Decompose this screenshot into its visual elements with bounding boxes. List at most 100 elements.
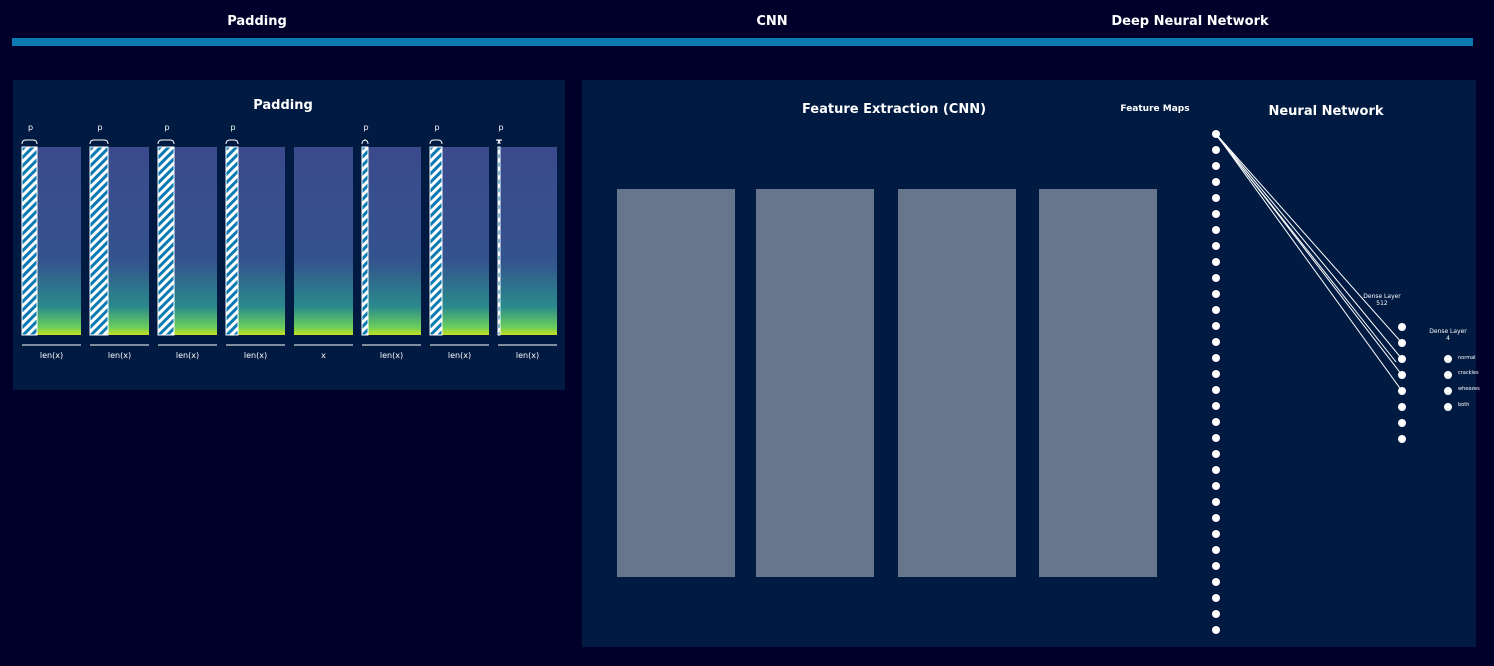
length-label: len(x) [244, 351, 267, 360]
input-node [1212, 322, 1220, 330]
length-label: x [321, 351, 326, 360]
feature-map [756, 189, 874, 577]
progress-bar [12, 38, 1473, 46]
output-node [1444, 371, 1452, 379]
feature-map [1039, 189, 1157, 577]
input-node [1212, 194, 1220, 202]
output-node [1444, 387, 1452, 395]
connection-line [1215, 133, 1403, 392]
input-node [1212, 482, 1220, 490]
input-node [1212, 626, 1220, 634]
input-node [1212, 578, 1220, 586]
input-node [1212, 450, 1220, 458]
input-node [1212, 130, 1220, 138]
input-node [1212, 290, 1220, 298]
input-node [1212, 562, 1220, 570]
spectrogram [294, 147, 353, 335]
pad-label: p [363, 123, 368, 132]
input-node [1212, 210, 1220, 218]
input-node [1212, 530, 1220, 538]
dense1-node [1398, 403, 1406, 411]
input-node [1212, 338, 1220, 346]
input-node [1212, 594, 1220, 602]
pad-label: p [498, 123, 503, 132]
input-node [1212, 498, 1220, 506]
padding-brace [21, 139, 38, 145]
tab-deep-neural-network[interactable]: Deep Neural Network [1111, 14, 1268, 29]
cnn-panel: Feature Extraction (CNN) Feature Maps Ne… [582, 80, 1480, 647]
padding-brace [495, 139, 503, 145]
input-node [1212, 242, 1220, 250]
input-node [1212, 514, 1220, 522]
input-node [1212, 146, 1220, 154]
input-node [1212, 466, 1220, 474]
pad-label: p [434, 123, 439, 132]
tab-cnn[interactable]: CNN [756, 14, 787, 29]
input-node [1212, 162, 1220, 170]
pad-label: p [97, 123, 102, 132]
padding-column: p len(x) [361, 123, 421, 360]
top-nav: Padding CNN Deep Neural Network [0, 0, 1494, 50]
padding-region [89, 146, 109, 336]
dense1-node [1398, 419, 1406, 427]
input-node [1212, 226, 1220, 234]
dense1-node [1398, 355, 1406, 363]
pad-label: p [164, 123, 169, 132]
pad-label: p [28, 123, 33, 132]
length-label: len(x) [516, 351, 539, 360]
padding-diagram: p len(x) p len(x) p len(x) p len(x) x p len(x) p len… [21, 123, 557, 360]
length-label: len(x) [108, 351, 131, 360]
input-node [1212, 418, 1220, 426]
padding-brace [157, 139, 175, 145]
dense1-node [1398, 339, 1406, 347]
dense1-node [1398, 435, 1406, 443]
padding-brace [361, 139, 369, 145]
padding-column: p len(x) [157, 123, 217, 360]
connection-line [1215, 133, 1403, 360]
padding-region [157, 146, 175, 336]
padding-column: p len(x) [429, 123, 489, 360]
padding-region [21, 146, 38, 336]
padding-brace [225, 139, 239, 145]
input-node [1212, 306, 1220, 314]
input-node [1212, 386, 1220, 394]
input-node [1212, 258, 1220, 266]
padding-region [225, 146, 239, 336]
feature-map [617, 189, 735, 577]
input-node [1212, 178, 1220, 186]
length-label: len(x) [176, 351, 199, 360]
cnn-diagram [617, 130, 1452, 634]
input-node [1212, 370, 1220, 378]
length-label: len(x) [40, 351, 63, 360]
connection-line [1215, 134, 1397, 363]
dense1-node [1398, 323, 1406, 331]
padding-column: p len(x) [225, 123, 285, 360]
input-node [1212, 354, 1220, 362]
pad-label: p [230, 123, 235, 132]
length-label: len(x) [380, 351, 403, 360]
padding-region [497, 146, 501, 336]
padding-column: p len(x) [21, 123, 81, 360]
input-node [1212, 546, 1220, 554]
input-node [1212, 434, 1220, 442]
padding-region [361, 146, 369, 336]
tab-padding[interactable]: Padding [227, 14, 287, 29]
input-node [1212, 274, 1220, 282]
dense1-node [1398, 387, 1406, 395]
dense1-node [1398, 371, 1406, 379]
input-node [1212, 402, 1220, 410]
padding-column: x [294, 147, 353, 360]
length-label: len(x) [448, 351, 471, 360]
padding-region [429, 146, 443, 336]
padding-panel: Padding p len(x) p len(x) p len(x) p len(x) x p le… [13, 80, 565, 390]
input-node [1212, 610, 1220, 618]
feature-map [898, 189, 1016, 577]
connection-line [1215, 133, 1403, 344]
output-node [1444, 403, 1452, 411]
padding-column: p len(x) [495, 123, 557, 360]
padding-column: p len(x) [89, 123, 149, 360]
output-node [1444, 355, 1452, 363]
padding-brace [429, 139, 443, 145]
spectrogram [362, 147, 421, 335]
padding-brace [89, 139, 109, 145]
